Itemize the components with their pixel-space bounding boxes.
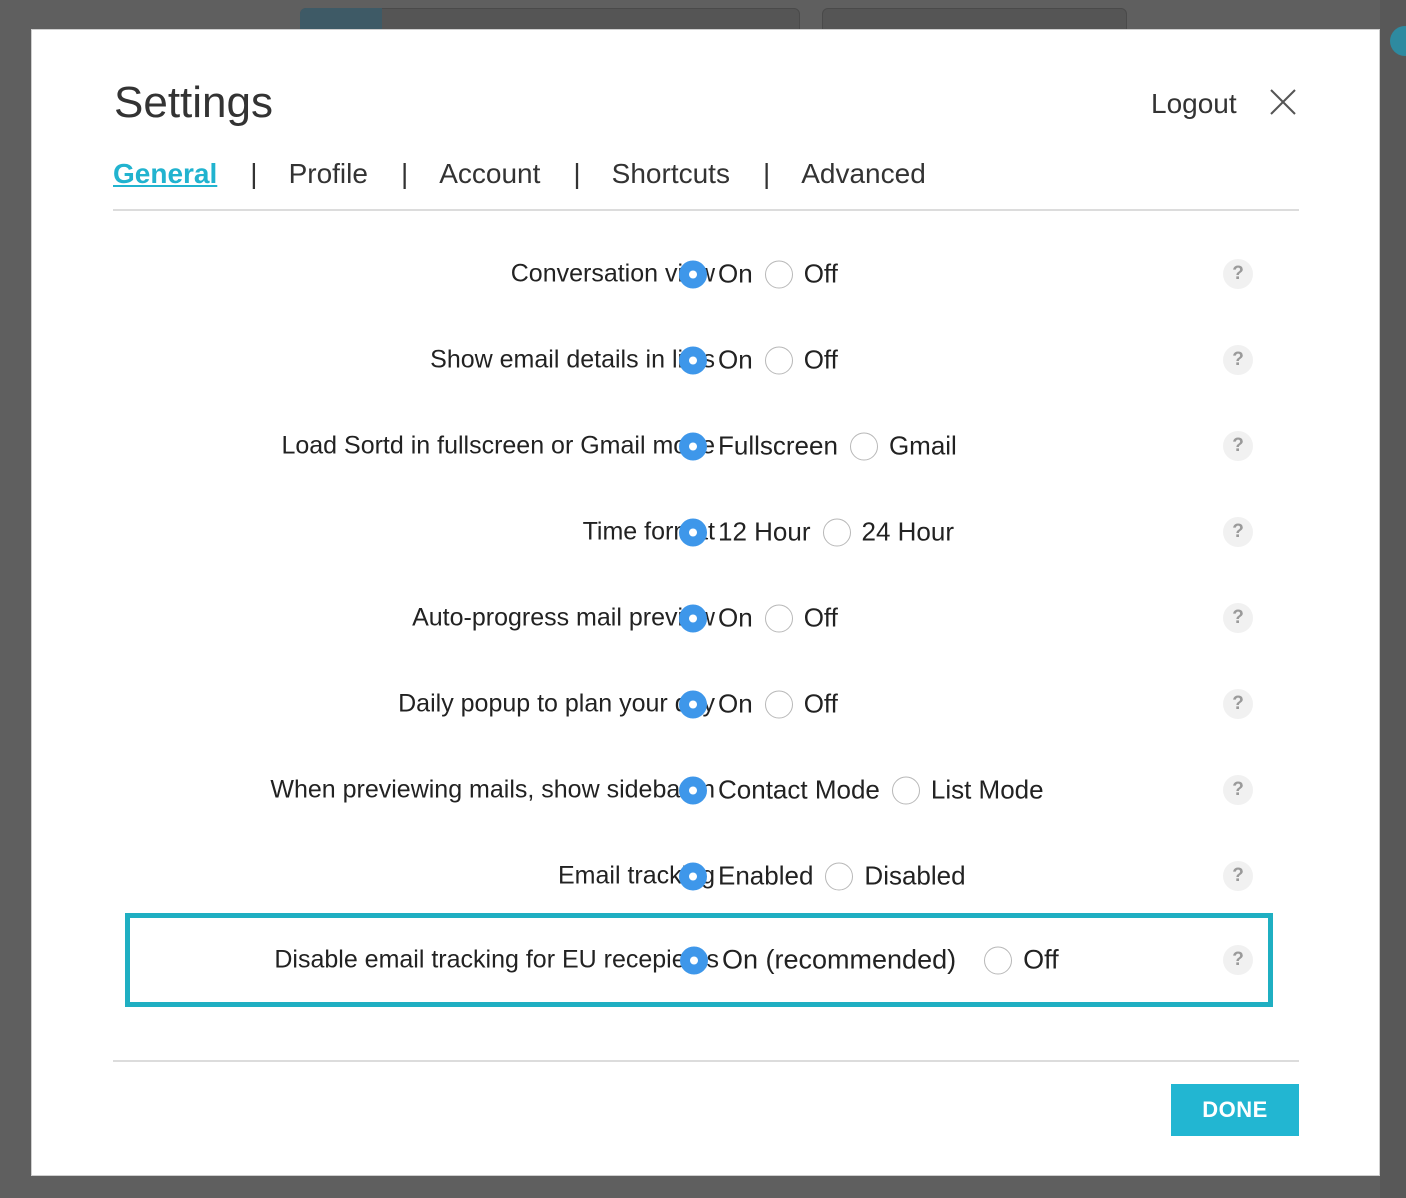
radio-off[interactable]	[764, 690, 793, 718]
radio-enabled[interactable]	[679, 862, 707, 890]
tab-advanced[interactable]: Advanced	[801, 158, 926, 190]
setting-label: Load Sortd in fullscreen or Gmail mode	[281, 431, 715, 460]
radio-group: On Off	[679, 603, 850, 634]
setting-row-time-format: Time format 12 Hour 24 Hour ?	[113, 502, 1299, 562]
radio-label-off[interactable]: Off	[804, 689, 838, 720]
help-icon[interactable]: ?	[1223, 775, 1253, 805]
footer-divider	[113, 1060, 1299, 1062]
setting-label: Disable email tracking for EU recepients	[274, 945, 719, 974]
radio-label-on[interactable]: On	[718, 345, 753, 376]
background-tab-active	[300, 8, 382, 30]
header-divider	[113, 209, 1299, 211]
radio-group: Contact Mode List Mode	[679, 775, 1056, 806]
radio-label-12-hour[interactable]: 12 Hour	[718, 517, 811, 548]
radio-gmail[interactable]	[849, 432, 878, 460]
setting-label: When previewing mails, show sidebar in	[270, 775, 715, 804]
modal-title: Settings	[114, 78, 273, 127]
help-icon[interactable]: ?	[1223, 517, 1253, 547]
background-tab-bar-secondary	[822, 8, 1127, 30]
radio-off[interactable]	[764, 346, 793, 374]
radio-fullscreen[interactable]	[679, 432, 707, 460]
done-button[interactable]: DONE	[1171, 1084, 1299, 1136]
tab-general[interactable]: General	[113, 158, 217, 190]
tab-separator: |	[250, 158, 258, 189]
radio-label-off[interactable]: Off	[804, 259, 838, 290]
radio-label-on[interactable]: On	[718, 603, 753, 634]
help-icon[interactable]: ?	[1223, 603, 1253, 633]
settings-modal: Settings Logout General | Profile | Acco…	[31, 29, 1380, 1176]
radio-24-hour[interactable]	[822, 518, 851, 546]
radio-label-off[interactable]: Off	[804, 603, 838, 634]
help-icon[interactable]: ?	[1223, 861, 1253, 891]
radio-contact-mode[interactable]	[679, 776, 707, 804]
radio-label-24-hour[interactable]: 24 Hour	[862, 517, 955, 548]
radio-label-contact-mode[interactable]: Contact Mode	[718, 775, 880, 806]
radio-group: Fullscreen Gmail	[679, 431, 969, 462]
radio-group: On Off	[679, 259, 850, 290]
radio-off[interactable]	[984, 946, 1013, 974]
radio-on-recommended[interactable]	[680, 946, 708, 974]
help-icon[interactable]: ?	[1223, 689, 1253, 719]
setting-label: Show email details in lists	[430, 345, 715, 374]
setting-row-sidebar-mode: When previewing mails, show sidebar in C…	[113, 760, 1299, 820]
setting-row-auto-progress: Auto-progress mail preview On Off ?	[113, 588, 1299, 648]
radio-label-enabled[interactable]: Enabled	[718, 861, 813, 892]
radio-label-off[interactable]: Off	[1023, 945, 1059, 976]
help-icon[interactable]: ?	[1223, 431, 1253, 461]
radio-label-on[interactable]: On	[718, 689, 753, 720]
setting-row-eu-tracking: Disable email tracking for EU recepients…	[113, 930, 1299, 990]
radio-off[interactable]	[764, 260, 793, 288]
radio-group: On Off	[679, 345, 850, 376]
setting-label: Daily popup to plan your day	[398, 689, 715, 718]
tab-separator: |	[762, 158, 771, 189]
radio-12-hour[interactable]	[679, 518, 707, 546]
logout-link[interactable]: Logout	[1151, 88, 1237, 120]
help-icon[interactable]: ?	[1223, 945, 1253, 975]
tab-separator: |	[573, 158, 581, 189]
setting-row-email-tracking: Email tracking Enabled Disabled ?	[113, 846, 1299, 906]
background-right-strip	[1380, 0, 1406, 1198]
setting-row-load-mode: Load Sortd in fullscreen or Gmail mode F…	[113, 416, 1299, 476]
tab-shortcuts[interactable]: Shortcuts	[612, 158, 730, 190]
radio-on[interactable]	[679, 604, 707, 632]
radio-list-mode[interactable]	[891, 776, 920, 804]
radio-label-gmail[interactable]: Gmail	[889, 431, 957, 462]
radio-label-on[interactable]: On	[718, 259, 753, 290]
radio-group: 12 Hour 24 Hour	[679, 517, 966, 548]
setting-row-daily-popup: Daily popup to plan your day On Off ?	[113, 674, 1299, 734]
radio-label-off[interactable]: Off	[804, 345, 838, 376]
close-icon[interactable]	[1267, 86, 1299, 118]
tab-account[interactable]: Account	[439, 158, 540, 190]
radio-group: On Off	[679, 689, 850, 720]
radio-off[interactable]	[764, 604, 793, 632]
radio-label-on-recommended[interactable]: On (recommended)	[722, 945, 956, 976]
radio-disabled[interactable]	[825, 862, 854, 890]
radio-on[interactable]	[679, 346, 707, 374]
tab-separator: |	[400, 158, 409, 189]
settings-tabs: General | Profile | Account | Shortcuts …	[113, 158, 926, 190]
radio-group: Enabled Disabled	[679, 861, 978, 892]
radio-label-list-mode[interactable]: List Mode	[931, 775, 1044, 806]
setting-row-email-details: Show email details in lists On Off ?	[113, 330, 1299, 390]
help-icon[interactable]: ?	[1223, 259, 1253, 289]
setting-label: Auto-progress mail preview	[412, 603, 715, 632]
setting-row-conversation-view: Conversation view On Off ?	[113, 244, 1299, 304]
tab-profile[interactable]: Profile	[289, 158, 368, 190]
radio-label-fullscreen[interactable]: Fullscreen	[718, 431, 838, 462]
radio-on[interactable]	[679, 260, 707, 288]
radio-label-disabled[interactable]: Disabled	[864, 861, 965, 892]
radio-group: On (recommended) Off	[680, 945, 1071, 976]
help-icon[interactable]: ?	[1223, 345, 1253, 375]
radio-on[interactable]	[679, 690, 707, 718]
